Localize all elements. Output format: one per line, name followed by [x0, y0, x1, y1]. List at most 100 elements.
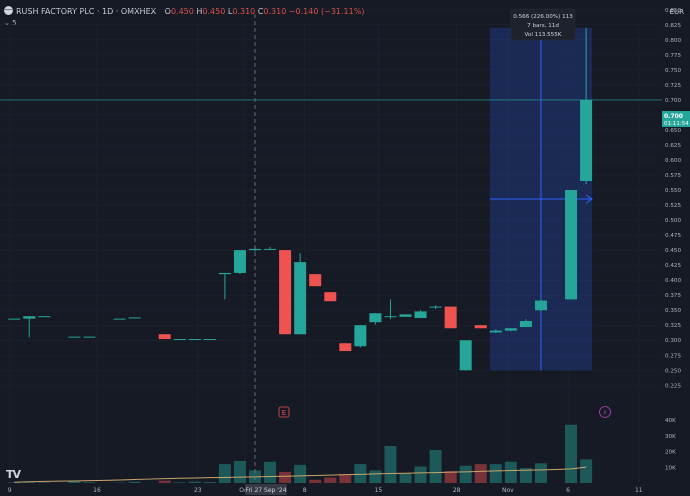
volume-bar	[294, 464, 307, 483]
volume-bar	[173, 482, 186, 483]
candle-body	[8, 318, 21, 320]
price-tick-label: 0.425	[665, 263, 681, 269]
crosshair-date-badge: Fri 27 Sep '24	[245, 484, 287, 495]
candle-body	[339, 343, 352, 352]
volume-bar	[218, 464, 231, 483]
volume-bar	[414, 466, 427, 483]
time-tick-label: 16	[93, 487, 101, 494]
price-tick-label: 0.525	[665, 203, 681, 209]
volume-axis: 40K 30K 20K 10K	[665, 418, 676, 471]
event-markers[interactable]: E ⚡	[278, 406, 611, 418]
candle-body	[324, 292, 337, 302]
candle-body	[504, 328, 517, 331]
time-tick-label: Nov	[502, 487, 514, 494]
candle-body	[218, 272, 231, 275]
price-tick-label: 0.550	[665, 188, 681, 194]
measure-change-text: 0.566 (226.00%) 113	[513, 14, 573, 20]
price-tick-label: 0.600	[665, 158, 681, 164]
price-tick-label: 0.625	[665, 143, 681, 149]
last-price-badge: 0.700 01:11:54	[662, 111, 690, 127]
time-tick-label: 15	[375, 487, 383, 494]
time-axis[interactable]: 9 16 23 Oct 8 15 28 Nov 6 11	[8, 487, 643, 494]
price-tick-label: 0.825	[665, 23, 681, 29]
candle-body	[399, 314, 412, 317]
volume-bar	[339, 474, 352, 483]
price-tick-label: 0.300	[665, 338, 681, 344]
candle-body	[233, 250, 246, 273]
volume-bar	[369, 470, 382, 483]
volume-bar	[233, 460, 246, 483]
price-tick-label: 0.850	[665, 8, 681, 14]
volume-bar	[188, 481, 201, 483]
candle-body	[354, 325, 367, 347]
measure-tooltip: 0.566 (226.00%) 113 7 bars, 11d Vol 113.…	[510, 8, 576, 41]
candle-body	[173, 339, 186, 341]
candle-body	[489, 330, 502, 333]
candle-body	[565, 190, 578, 300]
price-tick-label: 0.475	[665, 233, 681, 239]
price-tick-label: 0.350	[665, 308, 681, 314]
volume-bar	[203, 482, 216, 483]
price-chart[interactable]: 0.8500.8250.8000.7750.7500.7250.7000.675…	[0, 0, 690, 496]
candle-body	[158, 334, 171, 340]
price-tick-label: 0.375	[665, 293, 681, 299]
volume-bar	[504, 461, 517, 483]
volume-bar	[128, 481, 141, 483]
price-tick-label: 0.450	[665, 248, 681, 254]
price-tick-label: 0.750	[665, 68, 681, 74]
candle-body	[83, 336, 96, 338]
price-tick-label: 0.700	[665, 98, 681, 104]
candle-body	[580, 99, 593, 182]
last-price-value: 0.700	[664, 113, 683, 120]
price-tick-label: 0.725	[665, 83, 681, 89]
volume-bar	[384, 445, 397, 483]
price-tick-label: 0.400	[665, 278, 681, 284]
candle-body	[444, 306, 457, 329]
candle-body	[113, 318, 126, 320]
candle-body	[459, 340, 472, 371]
dividend-marker-icon: ⚡	[603, 409, 608, 417]
volume-bar	[474, 464, 487, 483]
candle-body	[474, 325, 487, 329]
volume-bars	[8, 424, 593, 483]
price-axis[interactable]: 0.8500.8250.8000.7750.7500.7250.7000.675…	[665, 8, 681, 390]
candle-body	[249, 248, 261, 251]
volume-bar	[38, 482, 51, 483]
candle-body	[188, 339, 201, 341]
candle-body	[23, 316, 36, 319]
volume-bar	[309, 479, 322, 483]
candle-body	[414, 311, 427, 319]
volume-tick-label: 30K	[665, 434, 676, 440]
time-tick-label: 6	[566, 487, 570, 494]
candle-body	[384, 316, 397, 318]
time-tick-label: 23	[194, 487, 202, 494]
price-tick-label: 0.275	[665, 353, 681, 359]
price-tick-label: 0.225	[665, 383, 681, 389]
volume-bar	[354, 464, 367, 483]
candle-body	[534, 300, 547, 311]
volume-tick-label: 10K	[665, 465, 676, 471]
crosshair-date-label: Fri 27 Sep '24	[245, 487, 286, 494]
candle-body	[203, 339, 216, 341]
price-tick-label: 0.325	[665, 323, 681, 329]
candle-body	[294, 262, 307, 335]
volume-bar	[534, 463, 547, 483]
volume-bar	[399, 473, 412, 483]
volume-tick-label: 40K	[665, 418, 676, 424]
volume-bar	[580, 459, 593, 483]
tradingview-logo[interactable]: TV	[6, 468, 21, 481]
measure-volume-text: Vol 113.555K	[525, 32, 562, 38]
volume-bar	[489, 464, 502, 483]
candle-body	[279, 250, 292, 335]
volume-bar	[429, 449, 442, 483]
price-tick-label: 0.500	[665, 218, 681, 224]
volume-bar	[68, 481, 81, 483]
volume-bar	[459, 465, 472, 483]
candle-body	[264, 248, 277, 250]
volume-bar	[565, 424, 578, 483]
candle-body	[128, 317, 141, 319]
price-tick-label: 0.650	[665, 128, 681, 134]
measure-bars-text: 7 bars, 11d	[527, 23, 559, 29]
volume-bar	[158, 480, 171, 483]
volume-bar	[444, 471, 457, 483]
